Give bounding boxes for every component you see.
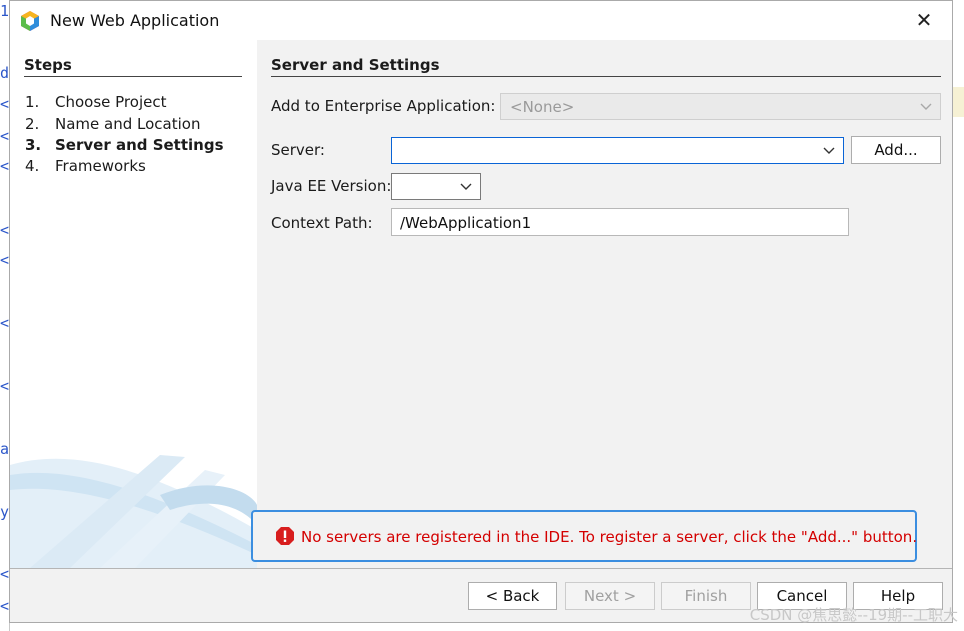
java-ee-version-combo[interactable] <box>391 173 481 200</box>
title-bar: New Web Application ✕ <box>10 1 952 40</box>
footer-separator <box>10 568 952 569</box>
step-number: 4. <box>25 157 40 175</box>
error-icon <box>276 527 294 545</box>
back-button[interactable]: < Back <box>468 582 557 610</box>
steps-heading: Steps <box>24 56 242 77</box>
background-glyph: < <box>0 221 10 239</box>
step-number: 1. <box>25 93 40 111</box>
error-message-box: No servers are registered in the IDE. To… <box>251 510 917 562</box>
step-label: Server and Settings <box>55 136 224 154</box>
background-glyph: < <box>0 377 10 395</box>
error-message-text: No servers are registered in the IDE. To… <box>301 528 918 546</box>
step-label: Name and Location <box>55 115 201 133</box>
background-glyph: < <box>0 95 10 113</box>
netbeans-cube-icon <box>21 11 39 31</box>
window-title: New Web Application <box>50 11 220 30</box>
decorative-swoosh-graphic <box>10 455 257 568</box>
step-number: 2. <box>25 115 40 133</box>
step-label: Frameworks <box>55 157 146 175</box>
settings-content: Server and Settings Add to Enterprise Ap… <box>257 40 952 568</box>
context-path-value: /WebApplication1 <box>400 214 532 232</box>
step-server-and-settings: 3. Server and Settings <box>25 136 224 154</box>
step-name-and-location: 2. Name and Location <box>25 115 200 133</box>
step-number: 3. <box>25 136 42 154</box>
server-label: Server: <box>271 141 325 159</box>
section-heading: Server and Settings <box>271 56 941 77</box>
step-choose-project: 1. Choose Project <box>25 93 166 111</box>
background-glyph: d <box>0 64 10 82</box>
background-glyph: < <box>0 127 10 145</box>
new-web-application-dialog: New Web Application ✕ Steps 1. Choose Pro… <box>9 0 953 623</box>
context-path-field[interactable]: /WebApplication1 <box>391 208 849 236</box>
background-glyph: a <box>0 440 10 458</box>
background-glyph: < <box>0 314 10 332</box>
chevron-down-icon <box>460 183 472 190</box>
csdn-watermark: CSDN @焦思懿--19期--工职大 <box>749 606 958 624</box>
background-glyph: < <box>0 565 10 583</box>
steps-panel: Steps 1. Choose Project 2. Name and Locati… <box>10 40 257 568</box>
background-glyph: < <box>0 251 10 269</box>
java-ee-version-label: Java EE Version: <box>271 177 392 195</box>
context-path-label: Context Path: <box>271 214 373 232</box>
chevron-down-icon <box>920 103 932 110</box>
add-server-button[interactable]: Add... <box>851 136 941 164</box>
enterprise-application-label: Add to Enterprise Application: <box>271 97 496 115</box>
chevron-down-icon <box>823 147 835 154</box>
background-glyph: y <box>0 503 10 521</box>
server-combo[interactable] <box>391 137 844 164</box>
background-glyph: < <box>0 157 10 175</box>
background-glyph: < <box>0 597 10 615</box>
finish-button[interactable]: Finish <box>661 582 751 610</box>
next-button[interactable]: Next > <box>565 582 655 610</box>
enterprise-application-combo[interactable]: <None> <box>500 93 941 120</box>
step-frameworks: 4. Frameworks <box>25 157 146 175</box>
close-icon[interactable]: ✕ <box>910 7 938 33</box>
background-glyph: 1 <box>0 2 10 20</box>
enterprise-application-value: <None> <box>510 98 575 116</box>
step-label: Choose Project <box>55 93 167 111</box>
